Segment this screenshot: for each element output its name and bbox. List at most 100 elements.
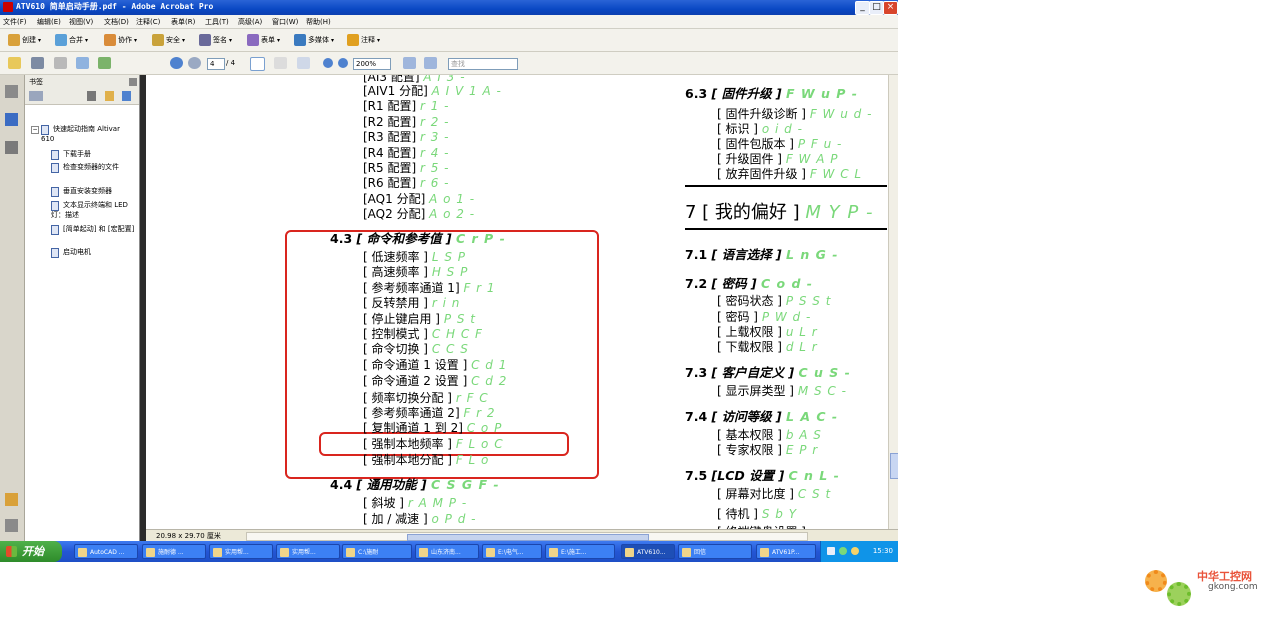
print-icon[interactable] (31, 57, 44, 69)
watermark-domain: gkong.com (1208, 582, 1258, 592)
param-row: [ 控制模式 ] C H C F (363, 327, 483, 341)
signatures-icon[interactable] (5, 141, 18, 154)
toolbar-button[interactable]: 注释 ▾ (347, 33, 380, 47)
window-icon (486, 548, 495, 557)
select-tool-icon[interactable] (250, 57, 265, 71)
security-icon[interactable] (839, 547, 847, 555)
param-label: [ 显示屏类型 ] (717, 384, 794, 398)
zoom-field[interactable]: 200% (353, 58, 391, 70)
close-button[interactable]: × (883, 1, 898, 15)
fit-page-icon[interactable] (403, 57, 416, 69)
zoom-in-icon[interactable] (338, 58, 348, 68)
prev-page-icon[interactable] (170, 57, 183, 69)
volume-icon[interactable] (851, 547, 859, 555)
zoom-out-icon[interactable] (323, 58, 333, 68)
fit-width-icon[interactable] (424, 57, 437, 69)
section-title: [ 通用功能 ] (356, 477, 427, 492)
bookmark-item[interactable]: 下载手册 (51, 150, 135, 160)
collapse-panel-icon[interactable] (129, 78, 137, 86)
param-code: C S t (797, 487, 832, 501)
param-code: P F u - (797, 137, 843, 151)
toolbar-button[interactable]: 多媒体 ▾ (294, 33, 334, 47)
sync-icon[interactable] (98, 57, 111, 69)
pages-icon[interactable] (5, 85, 18, 98)
menu-item[interactable]: 帮助(H) (306, 17, 331, 27)
title-bar[interactable]: ATV610 简单启动手册.pdf - Adobe Acrobat Pro _ … (0, 0, 898, 15)
next-page-icon[interactable] (188, 57, 201, 69)
param-row: [ 复制通道 1 到 2] C o P (363, 421, 502, 435)
taskbar-button[interactable]: ATV610... (621, 544, 675, 559)
menu-item[interactable]: 窗口(W) (272, 17, 298, 27)
bookmark-item[interactable]: 启动电机 (51, 248, 135, 258)
menu-item[interactable]: 表单(R) (171, 17, 195, 27)
toolbar-button[interactable]: 签名 ▾ (199, 33, 232, 47)
section-heading-7-2: 7.2 [ 密码 ] C o d - (685, 277, 813, 291)
param-code: P W d - (761, 310, 812, 324)
toolbar-button[interactable]: 合并 ▾ (55, 33, 88, 47)
taskbar-button[interactable]: 山东济南... (415, 544, 479, 559)
network-icon[interactable] (827, 547, 835, 555)
expand-bookmark-icon[interactable] (122, 91, 131, 101)
toolbar-button[interactable]: 表单 ▾ (247, 33, 280, 47)
bookmark-item[interactable]: 快速起动指南 Altivar 610 (41, 125, 135, 143)
taskbar-button[interactable]: E:\施工... (545, 544, 615, 559)
horizontal-scrollbar[interactable] (246, 532, 808, 541)
param-code: r 1 - (419, 99, 450, 113)
section-title: [LCD 设置 ] (711, 468, 785, 483)
menu-item[interactable]: 高级(A) (238, 17, 262, 27)
taskbar-button[interactable]: AutoCAD ... (74, 544, 138, 559)
start-button[interactable]: 开始 (0, 541, 62, 562)
clock[interactable]: 15:30 (873, 547, 893, 555)
zoom-tool-icon[interactable] (297, 57, 310, 69)
param-label: [ 频率切换分配 ] (363, 391, 452, 405)
window-icon (213, 548, 222, 557)
menu-item[interactable]: 视图(V) (69, 17, 93, 27)
horizontal-scroll-thumb[interactable] (407, 534, 649, 541)
delete-bookmark-icon[interactable] (87, 91, 96, 101)
bookmark-item[interactable]: 垂直安装变频器 (51, 187, 135, 197)
maximize-button[interactable]: □ (869, 1, 884, 15)
bookmark-item[interactable]: 文本显示终端和 LED灯：描述 (51, 201, 135, 219)
param-code: F r 1 (463, 281, 496, 295)
menu-item[interactable]: 编辑(E) (37, 17, 61, 27)
bookmarks-panel: 书签 − 快速起动指南 Altivar 610 下载手册 检查变频器的文件 垂直… (25, 75, 140, 541)
menu-item[interactable]: 文档(D) (104, 17, 129, 27)
tree-collapse-icon[interactable]: − (31, 126, 39, 134)
toolbar-button[interactable]: 安全 ▾ (152, 33, 185, 47)
param-label: [ 命令通道 1 设置 ] (363, 358, 468, 372)
taskbar-button[interactable]: ATV61P... (756, 544, 816, 559)
param-label: [AQ2 分配] (363, 207, 426, 221)
menu-item[interactable]: 注释(C) (136, 17, 160, 27)
taskbar-button[interactable]: 实用帮... (209, 544, 273, 559)
section-number: 7.1 (685, 247, 708, 262)
taskbar-button[interactable]: 施耐德 ... (142, 544, 206, 559)
param-label: [ 升级固件 ] (717, 152, 782, 166)
param-code: r 2 - (419, 115, 450, 129)
menu-item[interactable]: 工具(T) (205, 17, 229, 27)
hand-tool-icon[interactable] (274, 57, 287, 69)
taskbar-button[interactable]: 实用帮... (276, 544, 340, 559)
options-icon[interactable] (29, 91, 43, 101)
taskbar-button[interactable]: 回信 (678, 544, 752, 559)
menu-item[interactable]: 文件(F) (3, 17, 27, 27)
taskbar-button[interactable]: E:\电气... (482, 544, 542, 559)
new-bookmark-icon[interactable] (105, 91, 114, 101)
search-field[interactable]: 查找 (448, 58, 518, 70)
email-icon[interactable] (76, 57, 89, 69)
minimize-button[interactable]: _ (855, 1, 870, 15)
bookmark-item[interactable]: 检查变频器的文件 (51, 163, 135, 173)
vertical-scrollbar[interactable] (888, 75, 898, 529)
toolbar-button[interactable]: 创建 ▾ (8, 33, 41, 47)
bookmark-item[interactable]: [简单起动] 和 [宏配置] (51, 225, 135, 235)
param-code: C d 2 (471, 374, 508, 388)
taskbar-button[interactable]: C:\施耐 (342, 544, 412, 559)
bookmarks-icon[interactable] (5, 113, 18, 126)
open-icon[interactable] (8, 57, 21, 69)
page-number-field[interactable]: 4 (207, 58, 225, 70)
attachments-icon[interactable] (5, 519, 18, 532)
param-label: [ 参考频率通道 1] (363, 281, 460, 295)
vertical-scroll-thumb[interactable] (890, 453, 898, 479)
save-icon[interactable] (54, 57, 67, 69)
toolbar-button[interactable]: 协作 ▾ (104, 33, 137, 47)
comments-icon[interactable] (5, 493, 18, 506)
